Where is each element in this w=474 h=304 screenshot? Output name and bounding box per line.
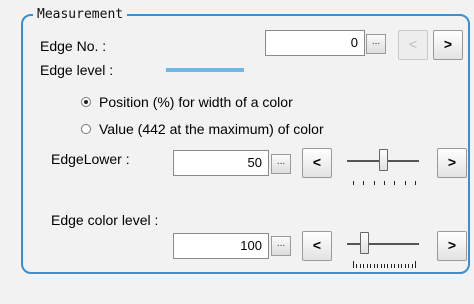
slider-tick — [384, 181, 385, 185]
slider-tick — [408, 264, 409, 268]
edge-level-swatch — [166, 68, 244, 72]
edge-color-level-slider-thumb[interactable] — [360, 232, 369, 254]
edge-color-level-ellipsis-button[interactable]: ... — [271, 236, 291, 256]
edge-level-label: Edge level : — [40, 62, 114, 78]
slider-tick — [356, 264, 357, 268]
radio-value-color[interactable] — [81, 124, 91, 134]
slider-tick — [415, 181, 416, 185]
edge-lower-field[interactable]: 50 — [173, 150, 269, 176]
slider-tick — [363, 181, 364, 185]
slider-tick — [398, 264, 399, 268]
edge-no-field[interactable]: 0 — [265, 30, 365, 56]
edge-color-level-label: Edge color level : — [51, 212, 159, 228]
slider-tick — [391, 264, 392, 268]
edge-no-next-button[interactable]: > — [433, 30, 463, 60]
edge-lower-slider-thumb[interactable] — [379, 149, 388, 171]
slider-tick — [401, 264, 402, 268]
edge-color-level-increment-button[interactable]: > — [437, 231, 467, 261]
edge-no-label: Edge No. : — [40, 38, 107, 54]
slider-tick — [384, 264, 385, 268]
slider-tick — [405, 264, 406, 268]
slider-tick — [374, 264, 375, 268]
group-title: Measurement — [33, 7, 128, 22]
edge-color-level-decrement-button[interactable]: < — [302, 231, 332, 261]
slider-tick — [405, 181, 406, 185]
slider-tick — [367, 264, 368, 268]
slider-tick — [394, 264, 395, 268]
radio-position-percent-label[interactable]: Position (%) for width of a color — [99, 94, 293, 110]
edge-lower-label: EdgeLower : — [51, 151, 130, 167]
slider-tick — [387, 264, 388, 268]
slider-tick — [353, 181, 354, 185]
slider-tick — [415, 261, 416, 268]
edge-lower-ellipsis-button[interactable]: ... — [271, 154, 291, 174]
radio-value-color-label[interactable]: Value (442 at the maximum) of color — [99, 121, 324, 137]
edge-lower-slider-ticks — [353, 178, 416, 186]
edge-color-level-field[interactable]: 100 — [173, 233, 269, 259]
radio-position-percent[interactable] — [81, 97, 91, 107]
slider-tick — [412, 264, 413, 268]
edge-no-prev-button[interactable]: < — [398, 30, 428, 60]
slider-tick — [353, 261, 354, 268]
slider-tick — [374, 181, 375, 185]
edge-lower-increment-button[interactable]: > — [437, 148, 467, 178]
slider-tick — [363, 264, 364, 268]
edge-color-level-slider-track — [347, 243, 419, 245]
slider-tick — [381, 264, 382, 268]
edge-color-level-slider-ticks — [353, 261, 416, 269]
slider-tick — [377, 264, 378, 268]
edge-lower-decrement-button[interactable]: < — [302, 148, 332, 178]
edge-no-ellipsis-button[interactable]: ... — [366, 34, 386, 54]
slider-tick — [360, 264, 361, 268]
slider-tick — [370, 264, 371, 268]
slider-tick — [394, 181, 395, 185]
